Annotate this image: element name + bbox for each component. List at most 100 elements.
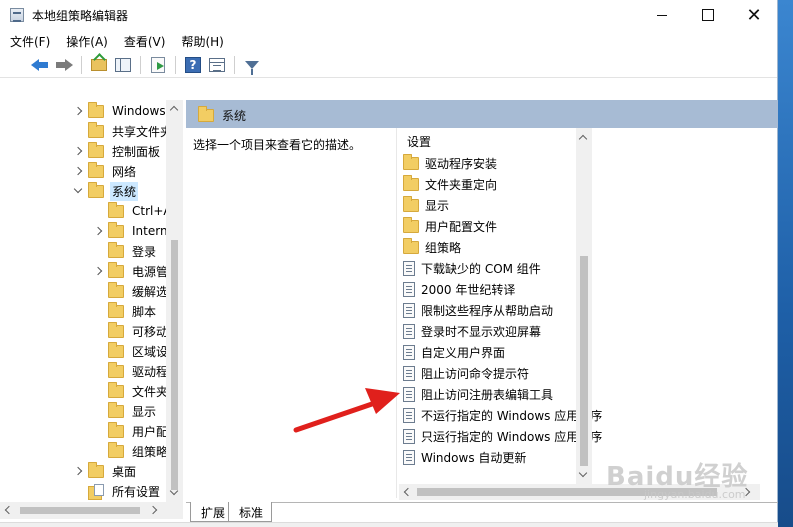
tree-item[interactable]: 显示 (92, 401, 158, 421)
scroll-down-icon[interactable] (578, 468, 588, 478)
list-item-policy[interactable]: 登录时不显示欢迎屏幕 (403, 321, 541, 341)
list-item-folder[interactable]: 组策略 (403, 237, 461, 257)
scroll-left-icon[interactable] (4, 505, 14, 515)
tree-item-label: Windows (112, 104, 166, 118)
folder-icon (108, 301, 124, 318)
chevron-icon[interactable] (72, 145, 84, 157)
folder-icon (108, 201, 124, 218)
list-item-folder[interactable]: 文件夹重定向 (403, 174, 497, 194)
tree-item-label: 区域设 (132, 344, 169, 359)
list-item-policy[interactable]: 不运行指定的 Windows 应用程序 (403, 405, 602, 425)
show-hide-tree-button[interactable] (113, 55, 133, 75)
list-item-policy[interactable]: 下载缺少的 COM 组件 (403, 258, 541, 278)
tree-item-label: 控制面板 (112, 144, 161, 159)
console-tree: Windows 共享文件夹控制面板网络 系统 Ctrl+A Intern 登录电源管 缓解选… (0, 100, 183, 502)
tree-item[interactable]: 桌面 (72, 461, 138, 481)
list-item-policy[interactable]: 限制这些程序从帮助启动 (403, 300, 553, 320)
tree-item[interactable]: 驱动程 (92, 361, 170, 381)
scroll-up-icon[interactable] (578, 134, 588, 144)
tree-item[interactable]: Intern (92, 221, 170, 241)
chevron-icon[interactable] (92, 265, 104, 277)
tree-item[interactable]: 网络 (72, 161, 138, 181)
menu-action[interactable]: 操作(A) (60, 33, 114, 50)
scroll-thumb[interactable] (580, 256, 588, 466)
help-button[interactable]: ? (183, 55, 203, 75)
folder-icon (108, 241, 124, 258)
folder-icon (88, 461, 104, 478)
minimize-button[interactable] (639, 0, 685, 30)
tree-item-label: 登录 (132, 244, 157, 259)
list-item-policy[interactable]: 自定义用户界面 (403, 342, 505, 362)
details-pane: 系统 选择一个项目来查看它的描述。 设置 驱动程序安装 文件夹重定向 显示 用户配置文… (186, 100, 778, 500)
tree-item-label: 桌面 (112, 464, 137, 479)
folder-icon (108, 381, 124, 398)
tree-item[interactable]: 共享文件夹 (72, 121, 174, 141)
list-item-label: 阻止访问注册表编辑工具 (421, 387, 554, 402)
chevron-icon[interactable] (72, 465, 84, 477)
policy-setting-icon (403, 302, 415, 318)
tab-standard[interactable]: 标准 (228, 502, 273, 522)
folder-icon (403, 195, 419, 212)
menu-help[interactable]: 帮助(H) (175, 33, 229, 50)
maximize-button[interactable] (685, 0, 731, 30)
tree-vertical-scrollbar[interactable] (166, 100, 183, 502)
list-item-policy[interactable]: 2000 年世纪转译 (403, 279, 515, 299)
tree-item[interactable]: 所有设置 (72, 481, 162, 501)
tree-item[interactable]: 可移动 (92, 321, 170, 341)
tree-item[interactable]: 登录 (92, 241, 158, 261)
list-vertical-scrollbar[interactable] (576, 128, 592, 484)
forward-button[interactable] (54, 55, 74, 75)
tree-item[interactable]: 系统 (72, 181, 139, 201)
tree-item[interactable]: 区域设 (92, 341, 170, 361)
list-item-policy[interactable]: 只运行指定的 Windows 应用程序 (403, 426, 602, 446)
up-level-button[interactable] (89, 55, 109, 75)
forward-arrow-icon (55, 58, 73, 72)
close-button[interactable]: ✕ (731, 0, 777, 30)
description-text: 选择一个项目来查看它的描述。 (193, 138, 362, 152)
list-item-policy[interactable]: 阻止访问命令提示符 (403, 363, 529, 383)
tree-item-label: 显示 (132, 404, 157, 419)
list-item-label: Windows 自动更新 (421, 450, 527, 465)
filter-button[interactable] (242, 55, 262, 75)
list-item-policy[interactable]: Windows 自动更新 (403, 447, 526, 467)
scroll-up-icon[interactable] (169, 105, 179, 115)
menu-view[interactable]: 查看(V) (118, 33, 172, 50)
list-item-folder[interactable]: 显示 (403, 195, 449, 215)
chevron-icon[interactable] (72, 185, 84, 197)
tree-item[interactable]: 文件夹 (92, 381, 170, 401)
toolbar-separator (81, 55, 82, 74)
tree-item[interactable]: 脚本 (92, 301, 158, 321)
scroll-thumb[interactable] (20, 507, 140, 514)
folder-icon (108, 221, 124, 238)
pane-header-title: 系统 (222, 109, 247, 123)
tree-item[interactable]: 用户配 (92, 421, 170, 441)
back-button[interactable] (30, 55, 50, 75)
export-list-button[interactable] (148, 55, 168, 75)
tree-horizontal-scrollbar[interactable] (0, 502, 183, 519)
chevron-icon[interactable] (72, 165, 84, 177)
chevron-icon[interactable] (72, 105, 84, 117)
tree-item[interactable]: 组策略 (92, 441, 170, 461)
menu-file[interactable]: 文件(F) (4, 33, 56, 50)
list-item-policy[interactable]: 阻止访问注册表编辑工具 (403, 384, 553, 404)
scroll-left-icon[interactable] (403, 487, 413, 497)
policy-setting-icon (403, 323, 415, 339)
scroll-right-icon[interactable] (148, 505, 158, 515)
folder-icon (403, 174, 419, 191)
title-bar[interactable]: 本地组策略编辑器 ✕ (0, 0, 777, 30)
scroll-thumb[interactable] (171, 240, 178, 490)
tree-item[interactable]: 控制面板 (72, 141, 162, 161)
tree-item[interactable]: 缓解选 (92, 281, 170, 301)
tree-item[interactable]: 电源管 (92, 261, 170, 281)
list-item-folder[interactable]: 驱动程序安装 (403, 153, 497, 173)
view-button[interactable] (207, 55, 227, 75)
list-item-folder[interactable]: 用户配置文件 (403, 216, 497, 236)
folder-icon (403, 216, 419, 233)
chevron-icon[interactable] (92, 225, 104, 237)
column-header-settings[interactable]: 设置 (407, 133, 431, 150)
tree-item[interactable]: Windows (72, 101, 168, 121)
tree-item[interactable]: Ctrl+A (92, 201, 174, 221)
